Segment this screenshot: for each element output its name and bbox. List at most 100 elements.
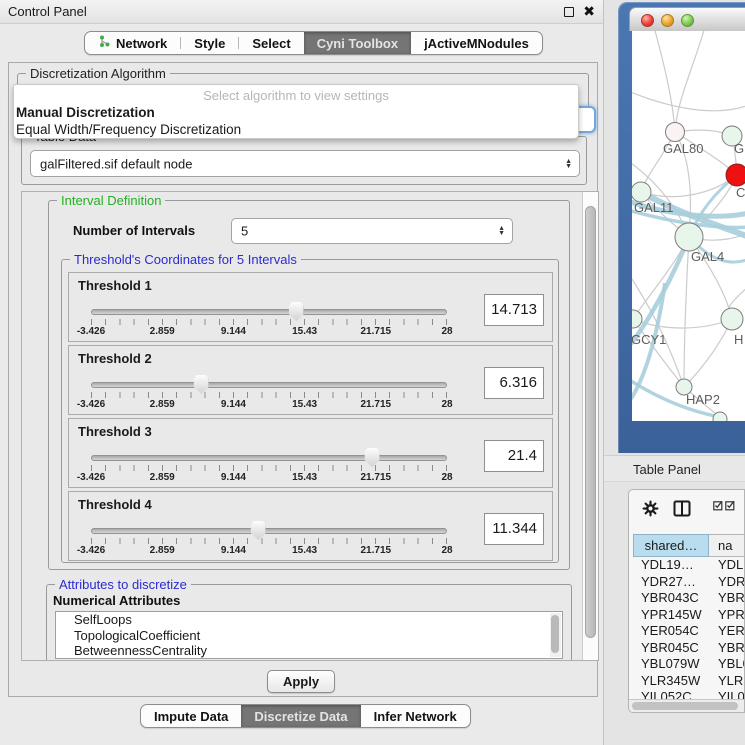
network-view-window: GAL80 G C GAL11 GAL4 GCY1 H HAP2	[618, 2, 745, 453]
node-gal11[interactable]	[632, 182, 651, 202]
tick-label: 21.715	[361, 545, 392, 556]
table-row[interactable]: YLR345WYLR3	[633, 673, 744, 690]
slider-tick-labels: -3.426 2.859 9.144 15.43 21.715 28	[91, 326, 447, 338]
threshold-3-slider: -3.426 2.859 9.144 15.43 21.715 28	[91, 455, 447, 485]
node-h[interactable]	[721, 308, 743, 330]
node-bottom-partial[interactable]	[713, 412, 727, 421]
slider-ticks	[91, 392, 447, 398]
threshold-3-value-field[interactable]: 21.4	[484, 440, 544, 472]
cell-name: YDR2	[709, 574, 744, 591]
cell-name: YLR3	[709, 673, 744, 690]
node-red-selected[interactable]	[726, 164, 745, 186]
threshold-1-slider-track[interactable]	[91, 309, 447, 315]
interval-definition-label: Interval Definition	[57, 193, 165, 208]
tick-label: 15.43	[292, 545, 317, 556]
node-label-gal11: GAL11	[634, 200, 674, 215]
slider-tick-labels: -3.426 2.859 9.144 15.43 21.715 28	[91, 472, 447, 484]
table-data-combobox[interactable]: galFiltered.sif default node ▲▼	[30, 150, 580, 177]
threshold-3-label: Threshold 3	[78, 424, 152, 439]
settings-scrollbar-thumb[interactable]	[585, 206, 596, 638]
tab-network[interactable]: Network	[85, 32, 180, 54]
column-header-shared-name[interactable]: shared…	[633, 534, 709, 557]
table-horizontal-scrollbar	[629, 699, 744, 712]
tab-impute-data-label: Impute Data	[154, 709, 228, 724]
control-panel-titlebar: Control Panel ✖	[0, 0, 603, 24]
table-panel-title: Table Panel	[633, 462, 701, 477]
cell-name: YDL1	[709, 557, 744, 574]
close-traffic-light-icon[interactable]	[641, 14, 654, 27]
network-canvas[interactable]: GAL80 G C GAL11 GAL4 GCY1 H HAP2	[632, 31, 745, 421]
dropdown-placeholder: Select algorithm to view settings	[14, 85, 578, 104]
tab-network-label: Network	[116, 36, 167, 51]
threshold-1-value-field[interactable]: 14.713	[484, 294, 544, 326]
slider-ticks	[91, 538, 447, 544]
column-header-name[interactable]: na	[709, 534, 744, 557]
table-body: YDL19…YDL1 YDR27…YDR2 YBR043CYBR0 YPR145…	[633, 557, 744, 712]
dropdown-option-manual-discretization[interactable]: Manual Discretization	[14, 104, 578, 121]
cell-shared-name: YBR045C	[633, 640, 709, 657]
table-row[interactable]: YER054CYER0	[633, 623, 744, 640]
network-window-titlebar[interactable]	[629, 7, 745, 31]
table-row[interactable]: YBL079WYBL0	[633, 656, 744, 673]
tick-label: 21.715	[361, 472, 392, 483]
list-item-topologicalcoefficient[interactable]: TopologicalCoefficient	[56, 628, 562, 644]
node-label-partial-h: H	[734, 332, 743, 347]
threshold-1-panel: Threshold 1 -3.426 2.859 9.144 15.43 21.…	[68, 272, 553, 342]
tab-impute-data[interactable]: Impute Data	[141, 705, 241, 727]
dropdown-option-equal-width-frequency[interactable]: Equal Width/Frequency Discretization	[14, 121, 578, 138]
table-row[interactable]: YBR045CYBR0	[633, 640, 744, 657]
threshold-2-slider-track[interactable]	[91, 382, 447, 388]
select-columns-icon[interactable]	[713, 500, 735, 511]
tab-jactivemnodules[interactable]: jActiveMNodules	[411, 32, 542, 54]
tick-label: -3.426	[77, 326, 105, 337]
tick-label: 15.43	[292, 472, 317, 483]
threshold-3-slider-track[interactable]	[91, 455, 447, 461]
settings-scrollpane: Interval Definition Number of Intervals …	[21, 191, 599, 661]
node-label-partial-g: G	[734, 141, 744, 156]
minimize-traffic-light-icon[interactable]	[661, 14, 674, 27]
table-toolbar	[629, 490, 744, 530]
tab-infer-network-label: Infer Network	[374, 709, 457, 724]
number-of-intervals-combobox[interactable]: 5 ▲▼	[231, 218, 513, 244]
tab-discretize-data[interactable]: Discretize Data	[241, 705, 360, 727]
tick-label: 2.859	[150, 545, 175, 556]
tick-label: 2.859	[150, 399, 175, 410]
algorithm-dropdown-popup: Select algorithm to view settings Manual…	[13, 84, 579, 139]
node-gal80[interactable]	[666, 123, 685, 142]
threshold-2-value-field[interactable]: 6.316	[484, 367, 544, 399]
threshold-4-panel: Threshold 4 -3.426 2.859 9.144 15.43 21.…	[68, 491, 553, 561]
tick-label: 9.144	[221, 399, 246, 410]
zoom-traffic-light-icon[interactable]	[681, 14, 694, 27]
attributes-to-discretize-group: Attributes to discretize Numerical Attri…	[46, 584, 572, 661]
node-label-partial-c: C	[736, 185, 745, 200]
close-icon[interactable]: ✖	[583, 3, 595, 20]
gear-icon[interactable]	[642, 500, 659, 522]
settings-scrollbar	[582, 192, 598, 660]
list-scrollbar-thumb[interactable]	[551, 615, 559, 653]
tick-label: 9.144	[221, 326, 246, 337]
float-window-icon[interactable]	[564, 7, 574, 17]
table-horizontal-scrollbar-thumb[interactable]	[632, 702, 738, 710]
list-item-betweennesscentrality[interactable]: BetweennessCentrality	[56, 643, 562, 659]
threshold-4-value-field[interactable]: 11.344	[484, 513, 544, 545]
tab-cyni-toolbox[interactable]: Cyni Toolbox	[304, 32, 411, 54]
tab-style[interactable]: Style	[181, 32, 238, 54]
tab-infer-network[interactable]: Infer Network	[361, 705, 470, 727]
threshold-4-slider-track[interactable]	[91, 528, 447, 534]
table-row[interactable]: YPR145WYPR1	[633, 607, 744, 624]
table-row[interactable]: YBR043CYBR0	[633, 590, 744, 607]
tick-label: -3.426	[77, 399, 105, 410]
threshold-1-slider: -3.426 2.859 9.144 15.43 21.715 28	[91, 309, 447, 339]
tab-select[interactable]: Select	[239, 32, 303, 54]
table-row[interactable]: YDL19…YDL1	[633, 557, 744, 574]
node-gal4[interactable]	[675, 223, 703, 251]
node-gcy1[interactable]	[632, 310, 642, 328]
list-item-selfloops[interactable]: SelfLoops	[56, 612, 562, 628]
network-graph: GAL80 G C GAL11 GAL4 GCY1 H HAP2	[632, 31, 745, 421]
apply-button[interactable]: Apply	[267, 670, 335, 693]
cell-shared-name: YDL19…	[633, 557, 709, 574]
slider-tick-labels: -3.426 2.859 9.144 15.43 21.715 28	[91, 545, 447, 557]
tick-label: -3.426	[77, 545, 105, 556]
split-columns-icon[interactable]	[673, 500, 691, 522]
table-row[interactable]: YDR27…YDR2	[633, 574, 744, 591]
